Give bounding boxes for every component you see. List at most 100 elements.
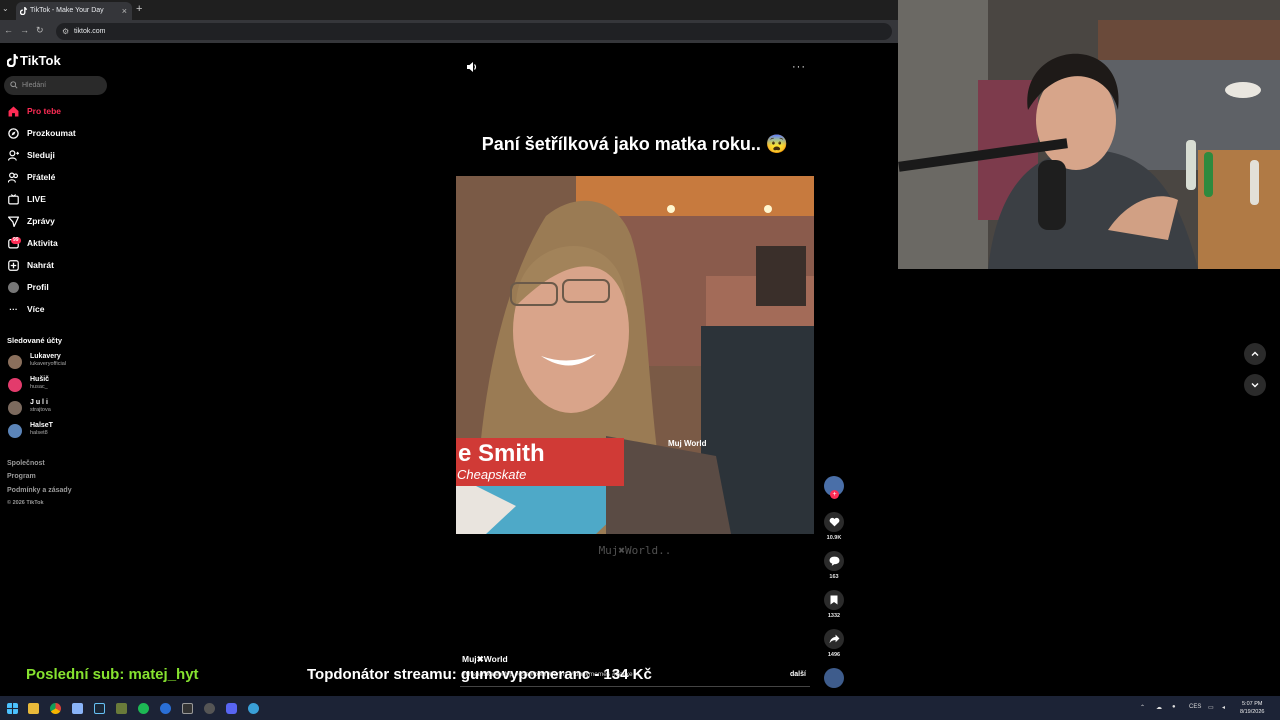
chrome-icon[interactable] bbox=[50, 703, 61, 714]
video-caption: Paní šetřílková jako matka roku.. 😨 bbox=[481, 134, 789, 154]
account-name: J u l i bbox=[30, 399, 48, 406]
tray-cloud-icon[interactable]: ☁ bbox=[1156, 704, 1162, 711]
language-indicator[interactable]: CES bbox=[1189, 704, 1201, 710]
account-name: Hušič bbox=[30, 376, 50, 383]
reload-icon[interactable]: ↻ bbox=[36, 25, 51, 35]
new-tab-button[interactable]: + bbox=[136, 3, 142, 15]
followed-account[interactable]: HalseT halset8 bbox=[8, 422, 108, 442]
followed-accounts-title: Sledované účty bbox=[7, 336, 63, 345]
forward-icon[interactable]: → bbox=[20, 25, 36, 35]
description-more-link[interactable]: další bbox=[790, 671, 806, 678]
steam-icon[interactable] bbox=[94, 703, 105, 714]
webcam-scene bbox=[898, 0, 1280, 269]
more-options-icon[interactable]: ··· bbox=[792, 61, 806, 73]
logo-text: TikTok bbox=[20, 53, 61, 68]
nav-item-upload[interactable]: Nahrát bbox=[7, 257, 107, 273]
chevron-up-icon bbox=[1251, 351, 1259, 356]
browser-nav-buttons: ←→↻ bbox=[4, 25, 51, 36]
nav-item-following[interactable]: Sleduji bbox=[7, 147, 107, 163]
terminal-icon[interactable] bbox=[182, 703, 193, 714]
search-icon bbox=[10, 81, 18, 89]
in-video-watermark: Muj World bbox=[668, 439, 707, 448]
nav-item-profile[interactable]: Profil bbox=[7, 279, 107, 295]
nav-item-live[interactable]: LIVE bbox=[7, 191, 107, 207]
back-icon[interactable]: ← bbox=[4, 25, 20, 35]
search-input[interactable]: Hledání bbox=[4, 76, 107, 95]
followed-account[interactable]: Lukavery lukaveryofficial bbox=[8, 353, 108, 373]
music-disc-button[interactable] bbox=[824, 668, 844, 688]
nav-item-friends[interactable]: Přátelé bbox=[7, 169, 107, 185]
video-progress-bar[interactable] bbox=[460, 686, 810, 687]
activity-badge: 99 bbox=[11, 236, 21, 244]
comment-button[interactable]: 163 bbox=[824, 551, 844, 580]
heart-icon bbox=[824, 512, 844, 532]
clock-time: 5:07 PM bbox=[1241, 701, 1263, 707]
url-text: tiktok.com bbox=[74, 28, 106, 35]
nav-label: Nahrát bbox=[27, 260, 54, 270]
video-frame[interactable]: e Smith Cheapskate Muj World bbox=[456, 176, 814, 534]
nav-label: Profil bbox=[27, 282, 49, 292]
chevron-down-icon bbox=[1251, 383, 1259, 388]
video-author[interactable]: Muj✖World bbox=[462, 654, 508, 665]
address-bar[interactable]: ⚙ tiktok.com bbox=[56, 23, 892, 40]
tab-close-icon[interactable]: × bbox=[122, 2, 127, 20]
app-icon[interactable] bbox=[160, 703, 171, 714]
last-subscriber-overlay: Poslední sub: matej_hyt bbox=[26, 666, 199, 683]
tiktok-favicon-icon bbox=[20, 7, 27, 15]
account-handle: strajtova bbox=[30, 407, 51, 413]
author-avatar-button[interactable]: + bbox=[824, 476, 844, 499]
app-icon[interactable] bbox=[116, 703, 127, 714]
discord-icon[interactable] bbox=[226, 703, 237, 714]
nav-label: Více bbox=[27, 304, 45, 314]
next-video-button[interactable] bbox=[1244, 374, 1266, 396]
share-button[interactable]: 1496 bbox=[824, 629, 844, 658]
followed-account[interactable]: J u l i strajtova bbox=[8, 399, 108, 419]
nav-item-explore[interactable]: Prozkoumat bbox=[7, 125, 107, 141]
volume-icon[interactable] bbox=[466, 61, 478, 73]
bookmark-icon bbox=[824, 590, 844, 610]
like-button[interactable]: 10.9K bbox=[824, 512, 844, 541]
save-button[interactable]: 1332 bbox=[824, 590, 844, 619]
live-icon bbox=[7, 193, 20, 206]
search-placeholder: Hledání bbox=[22, 82, 47, 89]
tiktok-logo[interactable]: TikTok bbox=[7, 53, 61, 68]
taskbar-clock[interactable]: 5:07 PM 8/19/2026 bbox=[1240, 700, 1264, 716]
follow-plus-icon[interactable]: + bbox=[830, 490, 839, 499]
nav-label: LIVE bbox=[27, 194, 46, 204]
spotify-icon[interactable] bbox=[138, 703, 149, 714]
windows-start-icon[interactable] bbox=[7, 703, 18, 714]
account-handle: husac_ bbox=[30, 384, 48, 390]
nav-item-activity[interactable]: 99 Aktivita bbox=[7, 235, 107, 251]
footer-link-terms[interactable]: Podmínky a zásady bbox=[7, 487, 72, 494]
message-icon bbox=[7, 215, 20, 228]
tray-chevron-up-icon[interactable]: ⌃ bbox=[1140, 704, 1145, 711]
tiktok-logo-icon bbox=[7, 54, 18, 67]
footer-link-program[interactable]: Program bbox=[7, 473, 36, 480]
tab-title: TikTok - Make Your Day bbox=[30, 7, 104, 14]
nav-label: Prozkoumat bbox=[27, 128, 76, 138]
like-count: 10.9K bbox=[826, 535, 842, 541]
nav-item-more[interactable]: ··· Více bbox=[7, 301, 107, 317]
previous-video-button[interactable] bbox=[1244, 343, 1266, 365]
speaker-icon[interactable]: ◂ bbox=[1222, 704, 1225, 711]
file-explorer-icon[interactable] bbox=[28, 703, 39, 714]
profile-icon bbox=[7, 281, 20, 294]
account-name: Lukavery bbox=[30, 353, 61, 360]
comment-count: 163 bbox=[829, 574, 839, 580]
top-donor-overlay: Topdonátor streamu: gumovypomeranc - 134… bbox=[307, 666, 652, 683]
app-icon[interactable] bbox=[72, 703, 83, 714]
app-icon[interactable] bbox=[204, 703, 215, 714]
microphone-icon[interactable]: ● bbox=[1172, 704, 1176, 710]
footer-link-company[interactable]: Společnost bbox=[7, 460, 45, 467]
browser-tab[interactable]: TikTok - Make Your Day × bbox=[16, 2, 132, 20]
followed-account[interactable]: Hušič husac_ bbox=[8, 376, 108, 396]
avatar bbox=[8, 401, 22, 415]
tab-search-chevron-icon[interactable]: ⌄ bbox=[2, 4, 9, 13]
edge-icon[interactable] bbox=[248, 703, 259, 714]
compass-icon bbox=[7, 127, 20, 140]
music-disc-icon bbox=[824, 668, 844, 688]
nav-item-for-you[interactable]: Pro tebe bbox=[7, 103, 107, 119]
network-icon[interactable]: ▭ bbox=[1208, 704, 1214, 711]
site-info-icon[interactable]: ⚙ bbox=[62, 23, 69, 40]
nav-item-messages[interactable]: Zprávy bbox=[7, 213, 107, 229]
